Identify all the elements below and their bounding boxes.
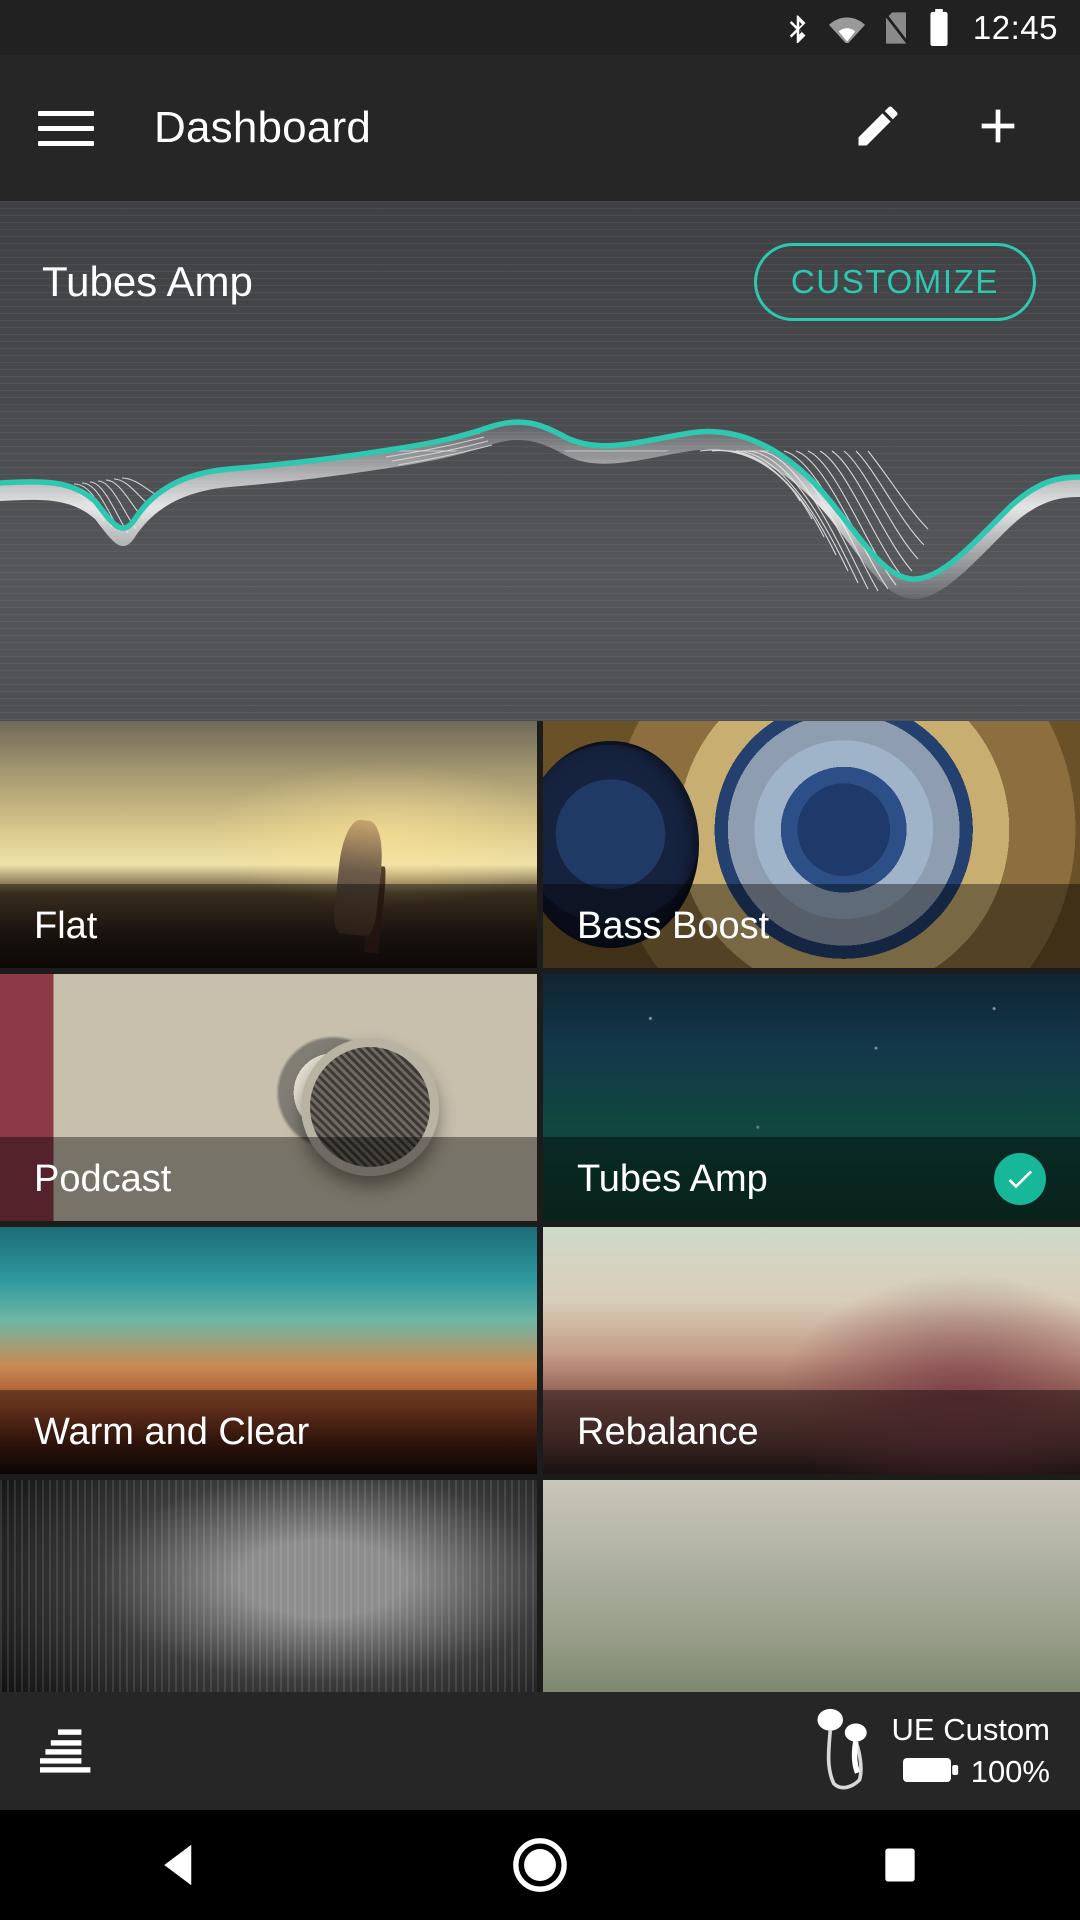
device-text-block: UE Custom 100%: [892, 1712, 1050, 1790]
status-clock: 12:45: [972, 8, 1058, 46]
hero-header-row: Tubes Amp CUSTOMIZE: [0, 201, 1080, 321]
hamburger-menu-icon[interactable]: [38, 110, 94, 146]
plus-add-icon[interactable]: [970, 98, 1026, 159]
preset-tile[interactable]: Flat: [0, 721, 537, 968]
pencil-edit-icon[interactable]: [852, 100, 904, 157]
preset-caption: Rebalance: [543, 1390, 1080, 1474]
system-status-bar: 12:45: [0, 0, 1080, 55]
battery-full-icon: [902, 1755, 959, 1790]
device-name-label: UE Custom: [891, 1712, 1050, 1747]
preset-caption: Bass Boost: [543, 884, 1080, 968]
preset-artwork: [543, 1480, 1080, 1727]
preset-tile[interactable]: Rebalance: [543, 1227, 1080, 1474]
earbuds-icon: [812, 1707, 874, 1796]
android-navigation-bar: [0, 1810, 1080, 1920]
preset-label: Flat: [34, 904, 98, 947]
app-bar-actions: [852, 98, 1042, 159]
preset-grid: Flat Bass Boost Podcast Tubes Amp Warm and C…: [0, 721, 1080, 1744]
preset-label: Rebalance: [577, 1410, 759, 1453]
battery-icon: [927, 8, 951, 47]
page-title: Dashboard: [154, 103, 372, 152]
preset-tile[interactable]: Podcast: [0, 974, 537, 1221]
bluetooth-icon: [783, 10, 813, 46]
preset-tile[interactable]: [0, 1480, 537, 1727]
preset-tile[interactable]: [543, 1480, 1080, 1727]
home-circle-icon[interactable]: [440, 1810, 640, 1920]
preset-label: Bass Boost: [577, 904, 770, 947]
customize-button[interactable]: CUSTOMIZE: [753, 243, 1036, 321]
current-preset-hero: Tubes Amp CUSTOMIZE: [0, 201, 1080, 721]
preset-tile[interactable]: Bass Boost: [543, 721, 1080, 968]
preset-caption: Flat: [0, 884, 537, 968]
wifi-icon: [828, 13, 865, 43]
preset-tile[interactable]: Tubes Amp: [543, 974, 1080, 1221]
preset-caption: Warm and Clear: [0, 1390, 537, 1474]
app-root: 12:45 Dashboard Tubes Amp CUSTOMIZE Flat…: [0, 0, 1080, 1920]
back-triangle-icon[interactable]: [80, 1810, 280, 1920]
device-battery-row: 100%: [902, 1754, 1050, 1790]
recents-square-icon[interactable]: [800, 1810, 1000, 1920]
preset-label: Podcast: [34, 1157, 172, 1200]
preset-label: Tubes Amp: [577, 1157, 768, 1200]
preset-artwork: [0, 1480, 537, 1727]
sim-card-off-icon: [881, 10, 911, 46]
connected-device-block[interactable]: UE Custom 100%: [812, 1707, 1050, 1796]
preset-label: Warm and Clear: [34, 1410, 310, 1453]
current-preset-name: Tubes Amp: [42, 258, 253, 305]
preset-tile[interactable]: Warm and Clear: [0, 1227, 537, 1474]
device-status-bar: UE Custom 100%: [0, 1692, 1080, 1810]
equalizer-icon[interactable]: [36, 1724, 98, 1778]
battery-percent-label: 100%: [970, 1754, 1050, 1789]
preset-caption: Tubes Amp: [543, 1137, 1080, 1221]
app-bar: Dashboard: [0, 55, 1080, 201]
selected-check-icon: [994, 1153, 1046, 1205]
preset-caption: Podcast: [0, 1137, 537, 1221]
